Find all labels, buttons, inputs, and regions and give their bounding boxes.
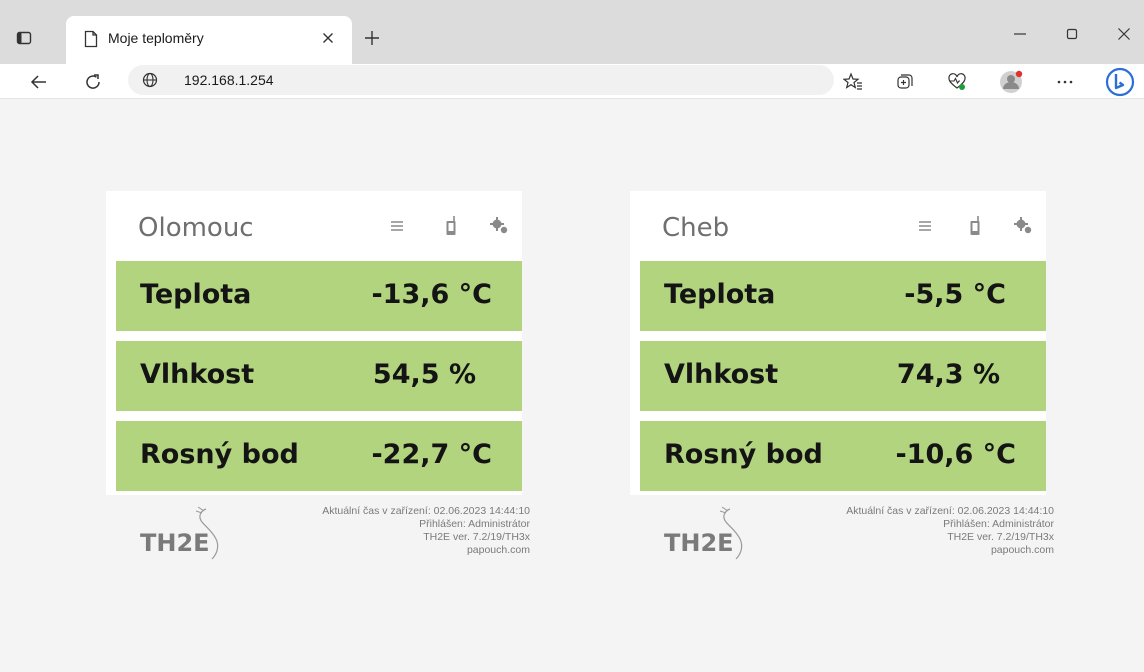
settings-button[interactable] bbox=[1012, 215, 1034, 237]
new-tab-button[interactable] bbox=[360, 26, 384, 50]
collections-icon bbox=[897, 74, 913, 89]
mobile-view-button[interactable] bbox=[440, 215, 462, 237]
th2e-logo-graphic: TH2E bbox=[664, 506, 743, 560]
back-button[interactable] bbox=[26, 69, 52, 95]
row-value: -10,6 °C bbox=[895, 439, 1016, 470]
row-humidity: Vlhkost 54,5 % bbox=[116, 341, 522, 411]
row-dew-point: Rosný bod -22,7 °C bbox=[116, 421, 522, 491]
minimize-icon bbox=[1014, 33, 1026, 35]
row-value: 54,5 % bbox=[372, 359, 476, 390]
firmware-version: TH2E ver. 7.2/19/TH3x bbox=[423, 531, 530, 543]
device-info: Aktuální čas v zařízení: 02.06.2023 14:4… bbox=[230, 505, 530, 557]
tab-title: Moje teploměry bbox=[108, 30, 204, 46]
globe-icon bbox=[142, 72, 158, 88]
settings-button[interactable] bbox=[488, 215, 510, 237]
avatar-icon bbox=[1000, 70, 1023, 93]
page-icon bbox=[84, 30, 98, 48]
th2e-logo-graphic: TH2E bbox=[140, 506, 219, 560]
card-title: Olomouc bbox=[138, 213, 254, 243]
logo-text: TH2E bbox=[140, 529, 210, 557]
maximize-icon bbox=[1066, 28, 1078, 40]
bing-icon bbox=[1105, 67, 1135, 97]
sensor-card-1: Cheb Teplota -5,5 °C Vlhkost 74,3 % Rosn… bbox=[630, 191, 1046, 495]
th2e-logo: TH2E bbox=[660, 505, 756, 567]
refresh-button[interactable] bbox=[80, 69, 106, 95]
row-label: Teplota bbox=[664, 279, 776, 310]
url-text: 192.168.1.254 bbox=[184, 72, 274, 88]
row-dew-point: Rosný bod -10,6 °C bbox=[640, 421, 1046, 491]
tab-actions-icon bbox=[16, 31, 32, 45]
logged-in-user: Přihlášen: Administrátor bbox=[943, 518, 1054, 530]
row-temperature: Teplota -13,6 °C bbox=[116, 261, 522, 331]
card-footer-1: TH2E Aktuální čas v zařízení: 02.06.2023… bbox=[630, 505, 1054, 581]
settings-more-button[interactable] bbox=[1052, 69, 1078, 95]
menu-button[interactable] bbox=[386, 215, 408, 237]
toolbar: 192.168.1.254 bbox=[0, 64, 1144, 98]
heart-pulse-icon bbox=[948, 73, 966, 90]
maximize-button[interactable] bbox=[1052, 22, 1092, 46]
logo-text: TH2E bbox=[664, 529, 734, 557]
logged-in-user: Přihlášen: Administrátor bbox=[419, 518, 530, 530]
arrow-left-icon bbox=[30, 75, 46, 89]
tab-actions-button[interactable] bbox=[14, 28, 34, 48]
tab-close-button[interactable] bbox=[318, 28, 338, 48]
mobile-icon bbox=[446, 216, 456, 235]
star-favorites-icon bbox=[843, 72, 862, 90]
gear-icon bbox=[490, 217, 508, 234]
address-bar[interactable]: 192.168.1.254 bbox=[128, 65, 834, 95]
row-label: Rosný bod bbox=[664, 439, 823, 470]
card-footer-0: TH2E Aktuální čas v zařízení: 02.06.2023… bbox=[106, 505, 530, 581]
row-value: -13,6 °C bbox=[371, 279, 492, 310]
row-temperature: Teplota -5,5 °C bbox=[640, 261, 1046, 331]
tab-bar: Moje teploměry bbox=[0, 0, 1144, 64]
row-value: -22,7 °C bbox=[371, 439, 492, 470]
menu-icon bbox=[391, 221, 403, 231]
row-label: Vlhkost bbox=[664, 359, 779, 390]
vendor-link[interactable]: papouch.com bbox=[754, 544, 1054, 557]
mobile-icon bbox=[970, 216, 980, 235]
row-humidity: Vlhkost 74,3 % bbox=[640, 341, 1046, 411]
menu-icon bbox=[919, 221, 931, 231]
device-time: Aktuální čas v zařízení: 02.06.2023 14:4… bbox=[846, 505, 1054, 517]
profile-button[interactable] bbox=[998, 69, 1024, 95]
close-icon bbox=[1118, 28, 1130, 40]
vendor-link[interactable]: papouch.com bbox=[230, 544, 530, 557]
mobile-view-button[interactable] bbox=[964, 215, 986, 237]
gear-icon bbox=[1014, 217, 1032, 234]
favorites-star-button[interactable] bbox=[840, 69, 866, 95]
th2e-logo: TH2E bbox=[136, 505, 232, 567]
collections-button[interactable] bbox=[892, 69, 918, 95]
plus-icon bbox=[365, 31, 379, 45]
sensor-card-0: Olomouc Teplota -13,6 °C Vlhkost 54,5 % … bbox=[106, 191, 522, 495]
row-label: Teplota bbox=[140, 279, 252, 310]
page-content: Olomouc Teplota -13,6 °C Vlhkost 54,5 % … bbox=[0, 99, 1144, 672]
close-icon bbox=[323, 33, 333, 43]
device-time: Aktuální čas v zařízení: 02.06.2023 14:4… bbox=[322, 505, 530, 517]
row-label: Vlhkost bbox=[140, 359, 255, 390]
browser-essentials-button[interactable] bbox=[944, 69, 970, 95]
bing-copilot-button[interactable] bbox=[1104, 66, 1136, 98]
refresh-icon bbox=[86, 74, 100, 89]
ellipsis-icon bbox=[1057, 80, 1073, 84]
device-info: Aktuální čas v zařízení: 02.06.2023 14:4… bbox=[754, 505, 1054, 557]
card-title: Cheb bbox=[662, 213, 730, 243]
row-value: 74,3 % bbox=[896, 359, 1000, 390]
row-value: -5,5 °C bbox=[904, 279, 1006, 310]
minimize-button[interactable] bbox=[1000, 22, 1040, 46]
row-label: Rosný bod bbox=[140, 439, 299, 470]
window-close-button[interactable] bbox=[1104, 22, 1144, 46]
browser-window: Moje teploměry 192.168.1.254 Olomouc Tep… bbox=[0, 0, 1144, 672]
menu-button[interactable] bbox=[914, 215, 936, 237]
firmware-version: TH2E ver. 7.2/19/TH3x bbox=[947, 531, 1054, 543]
tab-active[interactable]: Moje teploměry bbox=[66, 16, 352, 64]
